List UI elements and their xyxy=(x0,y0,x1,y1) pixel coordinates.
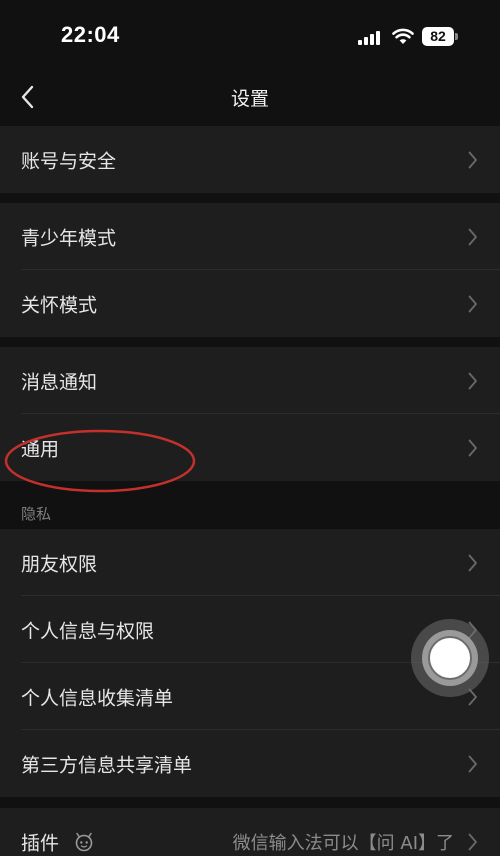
battery-icon: 82 xyxy=(422,27,458,46)
settings-item-care-mode[interactable]: 关怀模式 xyxy=(0,270,500,337)
nav-bar: 设置 xyxy=(0,70,500,124)
settings-item-label: 第三方信息共享清单 xyxy=(21,754,193,776)
chevron-right-icon xyxy=(468,554,477,571)
group-account: 账号与安全 xyxy=(0,126,500,193)
page-title: 设置 xyxy=(230,88,269,110)
settings-item-label: 个人信息与权限 xyxy=(21,620,155,642)
settings-item-label: 通用 xyxy=(21,438,60,460)
settings-item-friend-permissions[interactable]: 朋友权限 xyxy=(0,529,500,596)
assistive-touch-ring xyxy=(422,630,478,686)
assistive-touch-center xyxy=(428,636,472,680)
section-header-privacy: 隐私 xyxy=(21,505,52,523)
chevron-right-icon xyxy=(468,295,477,312)
chevron-right-icon xyxy=(468,151,477,168)
settings-item-label: 账号与安全 xyxy=(21,150,117,172)
chevron-right-icon xyxy=(468,372,477,389)
status-time: 22:04 xyxy=(61,22,120,47)
plugin-bot-icon xyxy=(75,832,93,851)
battery-level: 82 xyxy=(422,27,454,46)
settings-item-label: 个人信息收集清单 xyxy=(21,687,174,709)
settings-item-label: 关怀模式 xyxy=(21,294,98,316)
settings-item-notifications[interactable]: 消息通知 xyxy=(0,347,500,414)
wifi-icon xyxy=(392,28,414,44)
settings-item-general[interactable]: 通用 xyxy=(0,414,500,481)
settings-item-label: 朋友权限 xyxy=(21,553,98,575)
plugins-subtitle: 微信输入法可以【问 AI】了 xyxy=(232,832,454,854)
signal-icon xyxy=(358,31,380,45)
status-bar: 22:04 82 xyxy=(0,0,500,70)
settings-item-label: 插件 xyxy=(21,832,60,854)
settings-item-label: 青少年模式 xyxy=(21,227,117,249)
assistive-touch-icon[interactable] xyxy=(411,619,489,697)
chevron-right-icon xyxy=(468,228,477,245)
group-plugins: 插件 微信输入法可以【问 AI】了 xyxy=(0,808,500,856)
group-modes: 青少年模式 关怀模式 xyxy=(0,203,500,337)
settings-item-account-security[interactable]: 账号与安全 xyxy=(0,126,500,193)
chevron-right-icon xyxy=(468,755,477,772)
settings-item-teen-mode[interactable]: 青少年模式 xyxy=(0,203,500,270)
settings-item-label: 消息通知 xyxy=(21,371,98,393)
chevron-right-icon xyxy=(468,833,477,850)
settings-item-third-party-sharing[interactable]: 第三方信息共享清单 xyxy=(0,730,500,797)
group-general: 消息通知 通用 xyxy=(0,347,500,481)
settings-item-plugins[interactable]: 插件 微信输入法可以【问 AI】了 xyxy=(0,808,500,856)
chevron-right-icon xyxy=(468,439,477,456)
